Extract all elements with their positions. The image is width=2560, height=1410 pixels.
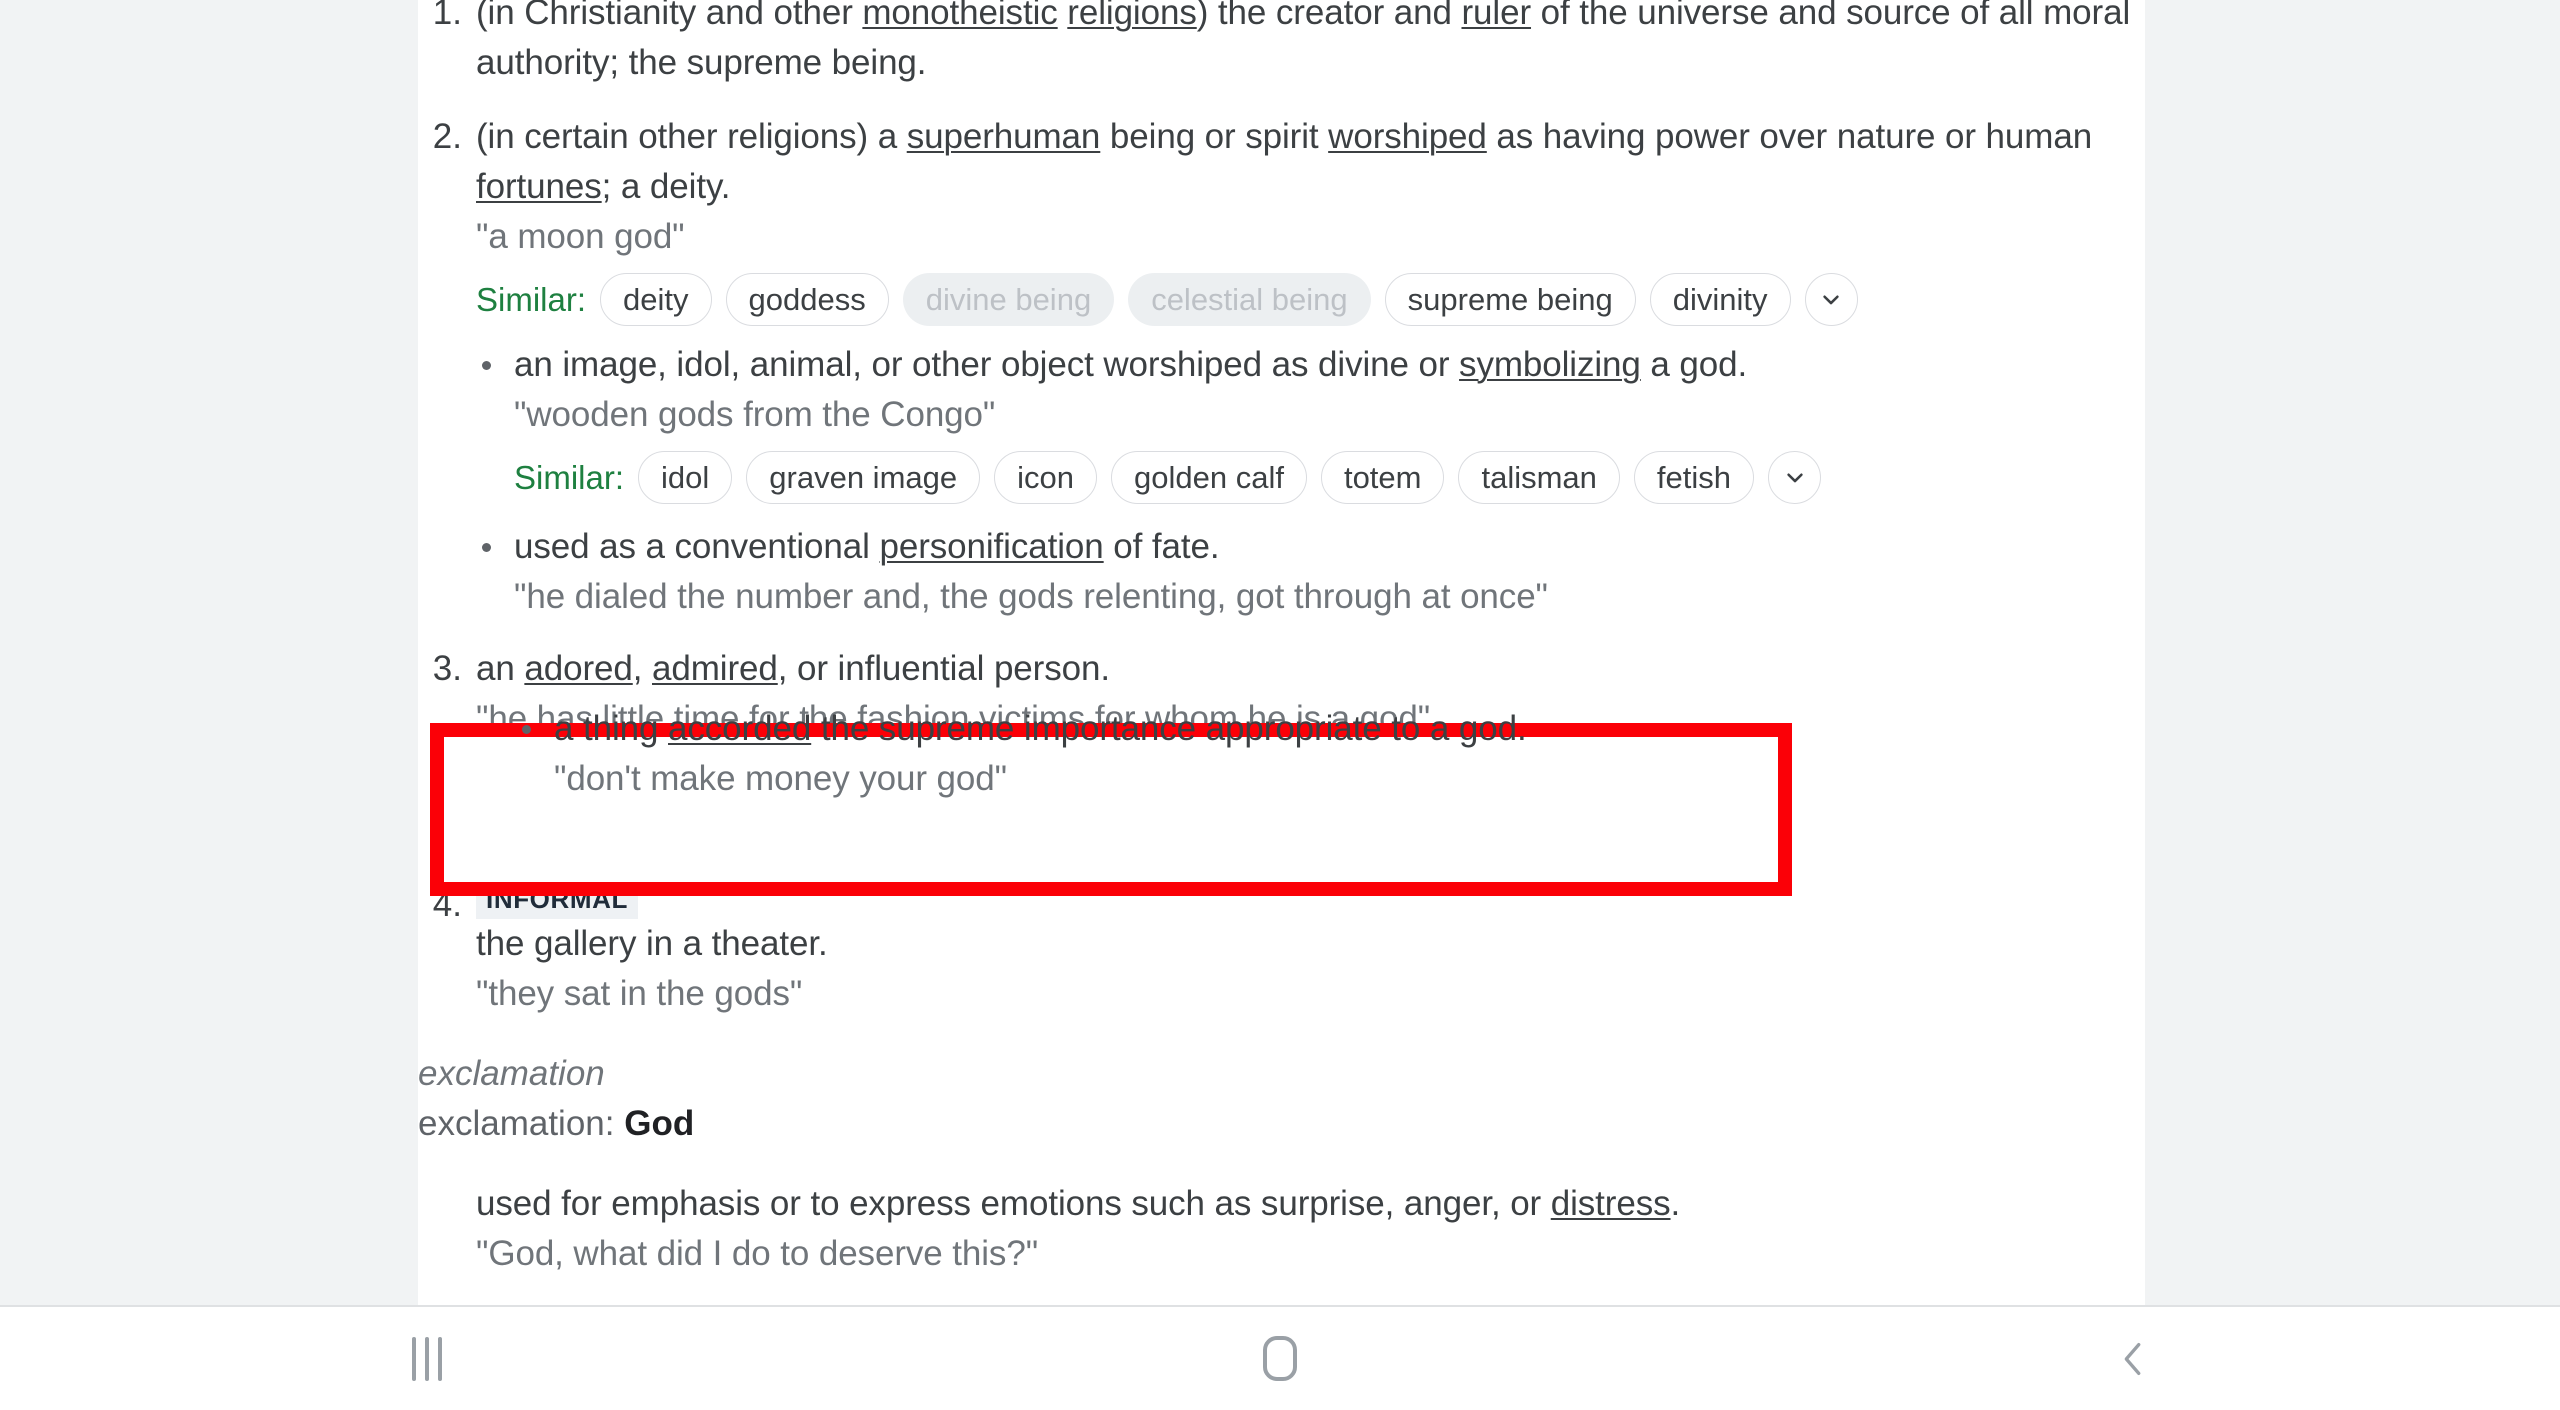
defn-text-fragment: . — [1670, 1184, 1681, 1223]
link-monotheistic[interactable]: monotheistic — [862, 0, 1057, 32]
defn-text-fragment: a thing — [554, 709, 669, 748]
recents-button[interactable] — [0, 1307, 853, 1410]
highlighted-definition: a thing accorded the supreme importance … — [554, 709, 1527, 748]
similar-label: Similar: — [514, 458, 625, 496]
sub-sense-list: an image, idol, animal, or other object … — [476, 340, 2145, 622]
defn-text-fragment: of fate. — [1103, 527, 1220, 566]
link-admired[interactable]: admired — [652, 649, 778, 688]
defn-text-fragment: a god. — [1640, 345, 1748, 384]
dictionary-content-card: 1. (in Christianity and other monotheist… — [418, 0, 2145, 1305]
link-symbolizing[interactable]: symbolizing — [1459, 345, 1641, 384]
sense-item-4: 4. INFORMAL the gallery in a theater. "t… — [418, 880, 2145, 1019]
defn-text-fragment: an image, idol, animal, or other object … — [514, 345, 1460, 384]
android-navigation-bar — [0, 1307, 2560, 1410]
sense-example: "a moon god" — [476, 217, 685, 256]
synonym-chip-divine-being[interactable]: divine being — [902, 273, 1115, 326]
link-accorded[interactable]: accorded — [668, 709, 811, 748]
app-root: 1. (in Christianity and other monotheist… — [0, 0, 2560, 1410]
recents-icon — [411, 1336, 442, 1381]
sense-number: 3. — [432, 649, 462, 688]
defn-text-fragment — [1058, 0, 1068, 32]
defn-text-fragment: being or spirit — [1100, 117, 1329, 156]
exclamation-definition: used for emphasis or to express emotions… — [476, 1179, 2145, 1229]
defn-text-fragment: used as a conventional — [514, 527, 880, 566]
defn-text-fragment: , — [632, 649, 652, 688]
sense-definition: an adored, admired, or influential perso… — [476, 644, 2145, 694]
synonym-chip-deity[interactable]: deity — [600, 273, 712, 326]
headword: God — [624, 1104, 695, 1143]
highlighted-example: "don't make money your god" — [554, 759, 1007, 798]
defn-text-fragment: an — [476, 649, 525, 688]
back-button[interactable] — [1707, 1307, 2560, 1410]
defn-text-fragment: used for emphasis or to express emotions… — [476, 1184, 1551, 1223]
synonym-chip-fetish[interactable]: fetish — [1633, 451, 1755, 504]
sub-sense-item: an image, idol, animal, or other object … — [476, 340, 2145, 504]
synonym-chip-celestial-being[interactable]: celestial being — [1128, 273, 1371, 326]
sense-number: 2. — [432, 117, 462, 156]
defn-text-fragment: (in certain other religions) a — [476, 117, 907, 156]
sub-sense-example: "wooden gods from the Congo" — [514, 395, 996, 434]
highlighted-sub-sense-item: a thing accorded the supreme importance … — [516, 704, 1727, 804]
exclamation-example: "God, what did I do to deserve this?" — [476, 1234, 1039, 1273]
synonym-chip-totem[interactable]: totem — [1320, 451, 1445, 504]
part-of-speech-heading: exclamation — [418, 1054, 605, 1093]
sense-example: "they sat in the gods" — [476, 974, 803, 1013]
sub-sense-definition: used as a conventional personification o… — [514, 527, 1220, 566]
link-religions[interactable]: religions — [1067, 0, 1197, 32]
link-adored[interactable]: adored — [524, 649, 632, 688]
defn-text-fragment: , or influential person. — [777, 649, 1110, 688]
synonym-chip-goddess[interactable]: goddess — [725, 273, 889, 326]
definition-scroll-region[interactable]: 1. (in Christianity and other monotheist… — [418, 0, 2145, 1279]
sense-item-2: 2. (in certain other religions) a superh… — [418, 112, 2145, 622]
headword-line-separator: : — [604, 1104, 625, 1143]
chevron-down-icon[interactable] — [1804, 273, 1858, 326]
synonym-chip-golden-calf[interactable]: golden calf — [1111, 451, 1307, 504]
defn-text-fragment: ) the creator and — [1196, 0, 1462, 32]
link-ruler[interactable]: ruler — [1461, 0, 1531, 32]
link-worshiped[interactable]: worshiped — [1328, 117, 1487, 156]
synonym-chip-idol[interactable]: idol — [638, 451, 733, 504]
link-distress[interactable]: distress — [1551, 1184, 1671, 1223]
sub-sense-definition: an image, idol, animal, or other object … — [514, 345, 1747, 384]
sense-item-1: 1. (in Christianity and other monotheist… — [418, 0, 2145, 88]
red-highlight-rectangle: a thing accorded the supreme importance … — [430, 709, 1792, 896]
link-superhuman[interactable]: superhuman — [907, 117, 1101, 156]
home-button[interactable] — [853, 1307, 1706, 1410]
similar-chip-row: Similar: idol graven image icon golden c… — [514, 451, 2145, 504]
exclamation-definition-block: used for emphasis or to express emotions… — [418, 1179, 2145, 1279]
similar-label: Similar: — [476, 280, 587, 318]
synonym-chip-graven-image[interactable]: graven image — [746, 451, 981, 504]
synonym-chip-talisman[interactable]: talisman — [1458, 451, 1620, 504]
sub-sense-example: "he dialed the number and, the gods rele… — [514, 577, 1548, 616]
defn-text-fragment: as having power over nature or human — [1486, 117, 2093, 156]
exclamation-headword-line: exclamation: God — [418, 1099, 2145, 1149]
link-personification[interactable]: personification — [879, 527, 1103, 566]
sense-definition: the gallery in a theater. — [476, 924, 828, 963]
highlighted-sub-sense-list: a thing accorded the supreme importance … — [0, 704, 1727, 804]
sense-definition: (in Christianity and other monotheistic … — [476, 0, 2145, 88]
chevron-down-icon[interactable] — [1768, 451, 1822, 504]
exclamation-section: exclamation exclamation: God used for em… — [418, 1049, 2145, 1279]
back-chevron-icon — [2124, 1342, 2141, 1375]
defn-text-fragment: the supreme importance appropriate to a … — [811, 709, 1527, 748]
headword-line-prefix: exclamation — [418, 1104, 605, 1143]
home-icon — [1262, 1336, 1297, 1381]
link-fortunes[interactable]: fortunes — [476, 167, 602, 206]
similar-chip-row: Similar: deity goddess divine being cele… — [476, 273, 2145, 326]
defn-text-fragment: ; a deity. — [601, 167, 731, 206]
synonym-chip-supreme-being[interactable]: supreme being — [1384, 273, 1636, 326]
synonym-chip-divinity[interactable]: divinity — [1649, 273, 1791, 326]
sense-body: INFORMAL the gallery in a theater. "they… — [476, 880, 2145, 1019]
defn-text-fragment: (in Christianity and other — [476, 0, 863, 32]
annotation-content-clip: a thing accorded the supreme importance … — [0, 704, 1727, 804]
sense-definition: (in certain other religions) a superhuma… — [476, 112, 2145, 212]
sub-sense-item: used as a conventional personification o… — [476, 522, 2145, 622]
sense-number: 1. — [432, 0, 462, 32]
synonym-chip-icon[interactable]: icon — [994, 451, 1097, 504]
